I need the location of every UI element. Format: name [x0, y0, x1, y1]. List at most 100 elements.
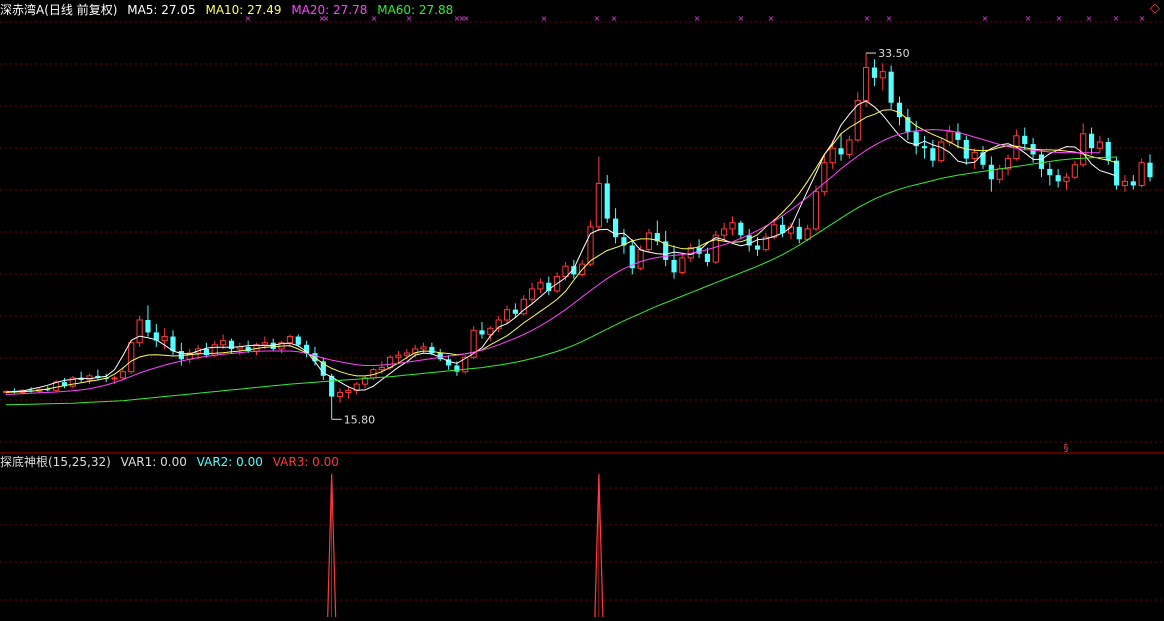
candle: [955, 123, 961, 149]
candle: [320, 357, 326, 380]
candle: [437, 348, 443, 362]
candle: [679, 253, 686, 275]
var2-value: VAR2: 0.00: [196, 455, 263, 469]
candle-body: [1096, 141, 1103, 149]
candle: [629, 239, 635, 275]
candle-body: [512, 309, 518, 314]
candle: [304, 340, 310, 358]
candle-body: [988, 164, 994, 180]
candle-body: [270, 342, 276, 349]
candle-body: [562, 265, 569, 278]
candle-body: [111, 377, 118, 380]
candle: [938, 137, 945, 163]
candle-body: [729, 222, 736, 230]
signal-markers: × ×× × × ××× × × × × × × × × × × × × × ×§: [245, 14, 1146, 454]
candle: [203, 342, 209, 358]
candle: [971, 148, 978, 169]
candle: [862, 53, 870, 107]
candle: [1121, 175, 1129, 192]
candle: [495, 315, 502, 333]
signal-marker: ×: [1056, 14, 1063, 23]
candle: [286, 334, 294, 347]
candle: [988, 156, 994, 192]
candle-body: [871, 67, 878, 78]
candle-body: [679, 257, 686, 273]
candle-body: [1147, 162, 1153, 178]
candle-body: [420, 346, 427, 350]
candle: [921, 135, 928, 159]
candle-body: [1038, 154, 1045, 169]
candle: [528, 282, 536, 304]
candle-body: [604, 183, 610, 219]
chart-stage[interactable]: × × × × × × × × × × × × × × × × × × × × × × § 33.50 15.80 深赤湾A(…: [0, 0, 1164, 618]
candle: [1047, 162, 1053, 186]
candle: [353, 382, 360, 395]
candle-body: [879, 71, 886, 79]
candle: [1004, 154, 1012, 176]
candle: [220, 334, 227, 349]
kline-chart[interactable]: × ×× × × ××× × × × × × × × × × × × × × ×§ 33.5015.80: [0, 0, 1164, 618]
candle: [69, 375, 76, 389]
buy-signal-marker: §: [1064, 443, 1069, 454]
candle: [871, 59, 878, 87]
candle: [879, 63, 886, 91]
candle: [1096, 135, 1103, 153]
candle: [145, 305, 151, 337]
low-price-label: 15.80: [344, 413, 376, 426]
candle-body: [838, 148, 844, 155]
candle: [1063, 173, 1070, 190]
candle-body: [378, 367, 385, 371]
candle-body: [1121, 180, 1129, 186]
candle-body: [1130, 181, 1136, 186]
candle: [520, 295, 527, 316]
candle-body: [203, 348, 209, 356]
indicator-panel: [327, 473, 604, 618]
candle-body: [454, 365, 460, 372]
candle-body: [862, 67, 870, 102]
candle: [1138, 158, 1145, 188]
candle-body: [528, 288, 536, 300]
diamond-icon[interactable]: ◇: [1150, 1, 1160, 16]
candle: [228, 338, 235, 354]
signal-marker: ×: [768, 14, 775, 23]
candle-body: [804, 228, 811, 240]
candle: [445, 355, 452, 370]
candle-body: [996, 168, 1003, 180]
candle: [178, 342, 184, 366]
ma20-line: [5, 129, 1100, 395]
annotations: 33.50 15.80: [331, 47, 910, 426]
candle: [1088, 127, 1095, 155]
candle: [838, 133, 844, 161]
indicator-header: 探底神根(15,25,32) VAR1: 0.00 VAR2: 0.00 VAR…: [0, 454, 345, 470]
candle-body: [1080, 133, 1087, 166]
candle: [612, 208, 619, 244]
candle: [128, 340, 135, 374]
candle-body: [1063, 176, 1070, 182]
candle: [1130, 175, 1136, 190]
candle: [1013, 129, 1020, 161]
candle: [1055, 168, 1061, 188]
candle-body: [1022, 135, 1028, 145]
candle: [604, 175, 610, 223]
candle: [361, 375, 369, 389]
candle: [537, 278, 544, 294]
indicator-title: 探底神根(15,25,32): [0, 455, 111, 469]
high-price-label: 33.50: [878, 47, 910, 60]
candle: [762, 233, 769, 252]
candle-body: [136, 319, 143, 344]
candle-body: [387, 356, 394, 369]
signal-marker: ×: [886, 14, 893, 23]
ma10-value: MA10: 27.49: [205, 3, 282, 17]
candle-body: [796, 226, 802, 240]
candle-body: [721, 228, 728, 236]
candle-body: [637, 249, 644, 269]
signal-marker: ×: [594, 14, 601, 23]
candle-body: [671, 259, 677, 273]
moving-averages: [5, 100, 1117, 406]
candle: [812, 185, 820, 231]
candle: [1038, 150, 1045, 178]
candle-body: [812, 191, 820, 230]
candle-body: [846, 139, 853, 155]
candle: [846, 135, 853, 159]
ma20-value: MA20: 27.78: [291, 3, 368, 17]
